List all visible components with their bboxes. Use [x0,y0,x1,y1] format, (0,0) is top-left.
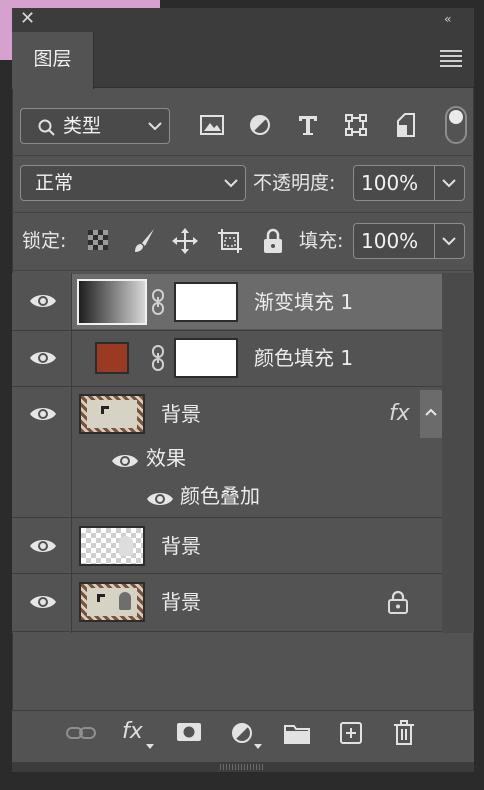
effects-collapse-button[interactable] [420,390,442,438]
layer-mask-thumbnail[interactable] [174,338,238,378]
filter-toggle[interactable] [445,106,467,144]
effects-group-label[interactable]: 效果 [146,444,186,472]
filter-kind-select[interactable]: 类型 [20,108,170,144]
panel-menu-icon[interactable] [440,50,462,67]
opacity-label: 不透明度: [253,172,336,194]
eye-icon[interactable] [29,536,57,556]
fill-value: 100% [361,229,419,253]
type-filter-icon[interactable] [297,114,319,136]
close-icon[interactable]: ✕ [20,9,38,29]
lock-icon[interactable] [387,590,409,614]
link-icon[interactable] [151,345,165,371]
eye-icon[interactable] [29,592,57,612]
photo-mark [101,406,109,414]
silhouette [119,536,133,556]
divider [12,517,442,518]
chevron-down-icon[interactable] [442,178,456,188]
link-icon[interactable] [151,289,165,315]
image-filter-icon[interactable] [200,114,224,136]
panel-titlebar[interactable] [12,8,474,32]
layer-name[interactable]: 背景 [161,400,201,428]
blend-mode-value: 正常 [35,172,74,194]
layers-scrollbar-track[interactable] [442,273,474,633]
divider [12,155,474,156]
divider [12,386,442,387]
new-group-icon[interactable] [284,722,310,744]
chevron-down-icon [148,122,162,131]
chevron-down-icon [224,179,238,188]
shape-filter-icon[interactable] [345,114,367,136]
new-layer-icon[interactable] [339,721,363,745]
eye-icon[interactable] [29,291,57,311]
lock-all-icon[interactable] [262,228,284,254]
canvas-edge [0,0,12,60]
opacity-field[interactable]: 100% [353,165,465,201]
small-dropdown-arrow-icon [254,744,262,749]
add-mask-icon[interactable] [176,722,202,742]
trash-icon[interactable] [393,720,415,746]
smart-object-filter-icon[interactable] [395,113,417,137]
color-overlay-effect-label[interactable]: 颜色叠加 [180,482,260,510]
fill-label: 填充: [299,230,344,252]
search-icon [38,119,55,136]
opacity-value: 100% [361,171,419,195]
filter-kind-label: 类型 [63,115,102,137]
photo-mark [97,594,105,602]
adjustment-layer-icon[interactable] [231,722,255,746]
eye-icon[interactable] [146,489,174,509]
photo-thumbnail[interactable] [79,394,145,434]
layer-name[interactable]: 背景 [161,532,201,560]
divider [12,573,442,574]
resize-grip[interactable] [12,762,474,772]
layer-name[interactable]: 渐变填充 1 [254,288,353,316]
tab-layers[interactable]: 图层 [12,32,94,89]
divider [12,330,442,331]
blend-mode-select[interactable]: 正常 [20,165,246,201]
layer-mask-thumbnail[interactable] [174,282,238,322]
fx-indicator[interactable]: fx [389,400,410,428]
layer-name[interactable]: 颜色填充 1 [254,344,353,372]
photo-thumbnail[interactable] [79,582,145,622]
eye-icon[interactable] [29,348,57,368]
gradient-thumbnail[interactable] [77,279,147,325]
lock-artboard-icon[interactable] [217,228,243,254]
divider [12,212,474,213]
eye-icon[interactable] [111,451,139,471]
lock-label: 锁定: [22,230,67,252]
grip-lines [220,764,264,770]
collapse-icon[interactable]: ‹‹ [444,10,464,28]
eye-column [12,273,72,633]
layer-name[interactable]: 背景 [161,588,201,616]
color-fill-swatch[interactable] [95,342,129,374]
chevron-down-icon[interactable] [442,236,456,246]
divider [434,224,435,258]
divider [12,631,442,632]
divider [12,270,474,271]
add-layer-style-button[interactable]: fx [122,718,143,746]
transparent-thumbnail[interactable] [79,526,145,566]
filter-toggle-knob [449,110,463,124]
photo-card [87,400,137,428]
divider [434,166,435,200]
canvas-edge-top [12,0,160,8]
chevron-up-icon [425,408,437,416]
adjustment-filter-icon[interactable] [249,114,271,136]
lock-transparent-pixels-icon[interactable] [88,230,108,250]
lock-image-pixels-icon[interactable] [132,228,156,254]
lock-position-icon[interactable] [172,228,198,254]
link-layers-icon[interactable] [66,725,96,741]
small-dropdown-arrow-icon [146,744,154,749]
fill-field[interactable]: 100% [353,223,465,259]
photo-portrait [119,592,131,610]
eye-icon[interactable] [29,404,57,424]
